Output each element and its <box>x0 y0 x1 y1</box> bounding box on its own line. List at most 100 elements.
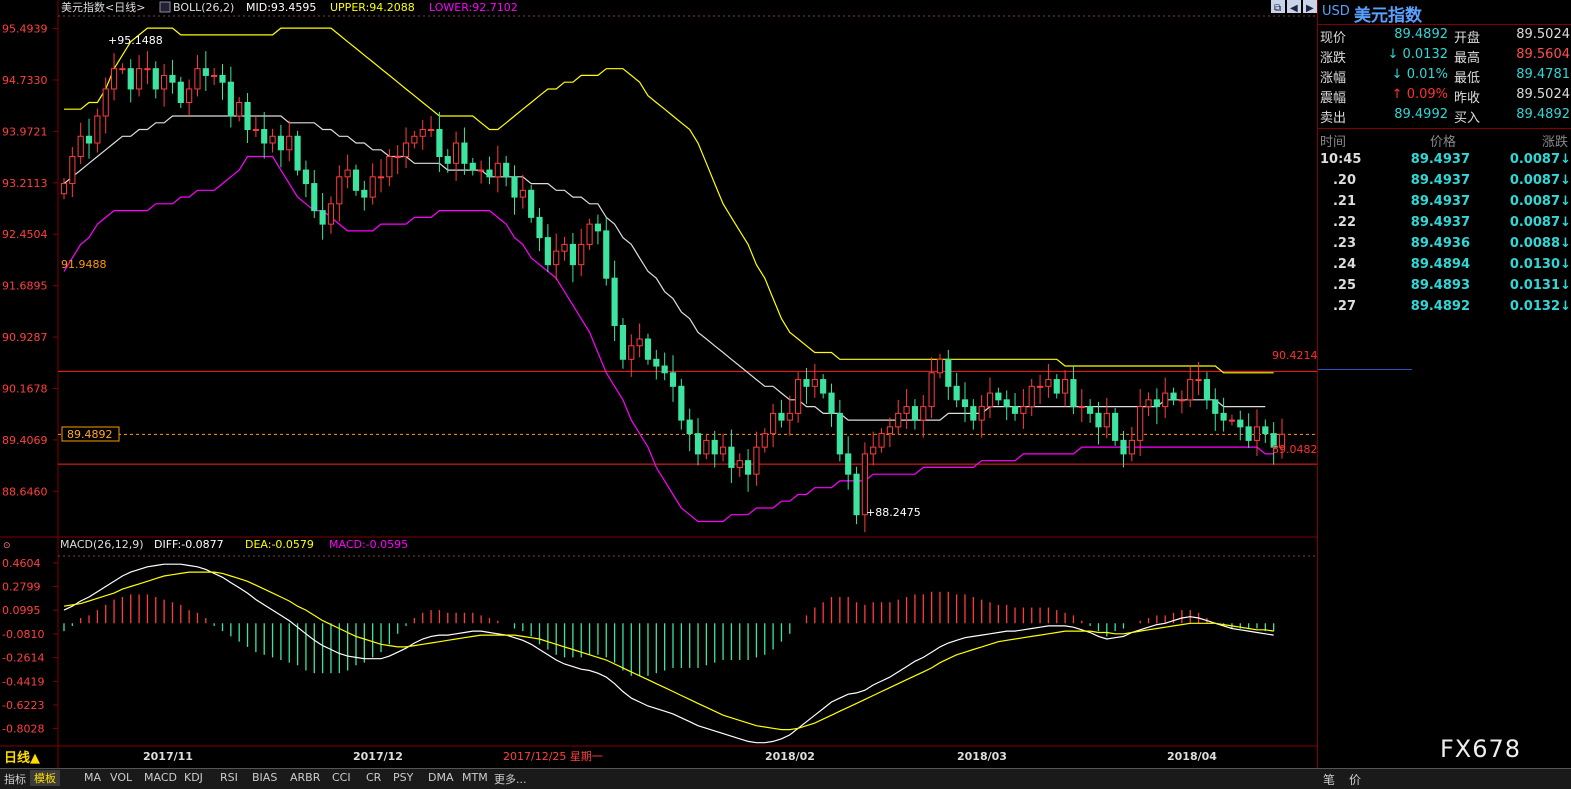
candle-down <box>1170 392 1177 401</box>
candle-up <box>161 74 168 90</box>
quote-label: 现价 <box>1320 31 1347 46</box>
toolbar-tab[interactable]: KDJ <box>184 771 203 784</box>
upper-band-line <box>64 27 1274 374</box>
candle-down <box>820 379 827 394</box>
candle-up <box>1145 399 1152 408</box>
candle-up <box>761 433 768 448</box>
quote-row: 现价 89.4892 开盘 89.5024 <box>1318 25 1571 46</box>
macd-axis-label: 0.4604 <box>2 557 41 570</box>
toolbar-tab[interactable]: 更多... <box>494 771 527 787</box>
arrow-right-icon: ▶ <box>1306 3 1314 14</box>
tick-row: .21 89.4937 0.0087 ↓ <box>1318 192 1571 212</box>
candle-up <box>786 412 793 421</box>
candle-down <box>1003 399 1010 408</box>
candle-up <box>703 439 710 455</box>
candle-down <box>85 135 93 144</box>
tick-price: 89.4894 <box>1410 257 1470 272</box>
candle-down <box>261 129 268 144</box>
candle-down <box>1011 406 1019 414</box>
tick-row: .20 89.4937 0.0087 ↓ <box>1318 171 1571 191</box>
arrow-down-icon: ↓ <box>1560 257 1571 272</box>
candle-up <box>870 446 877 455</box>
period-selector[interactable]: 日线▲ <box>4 750 40 766</box>
ticks-header-time: 时间 <box>1320 135 1347 150</box>
candle-down <box>1153 399 1160 408</box>
candle-down <box>1070 379 1077 408</box>
candle-up <box>286 135 293 151</box>
macd-dea-label: DEA:-0.0579 <box>245 538 314 551</box>
toolbar-tab[interactable]: 指标 <box>4 771 26 787</box>
candle-up <box>1253 426 1261 441</box>
macd-axis-label: 0.0995 <box>2 604 41 617</box>
candle-down <box>511 176 518 198</box>
toolbar-tab[interactable]: RSI <box>220 771 238 784</box>
quote-value: ↑ 0.09% <box>1392 87 1448 102</box>
toolbar-tab[interactable]: MTM <box>462 771 488 784</box>
candle-down <box>953 385 960 401</box>
candle-down <box>486 169 493 178</box>
candle-down <box>569 243 576 266</box>
toolbar-tab[interactable]: MA <box>84 771 101 784</box>
candle-up <box>478 169 485 172</box>
macd-axis-label: -0.2614 <box>2 652 44 665</box>
quote-value: 89.4892 <box>1394 27 1448 42</box>
candle-down <box>644 338 652 360</box>
candle-down <box>227 81 234 117</box>
quote-value-2: 89.4892 <box>1516 107 1570 122</box>
candle-up <box>1195 379 1202 382</box>
candle-down <box>1245 426 1252 441</box>
candle-down <box>853 473 860 516</box>
candle-down <box>653 358 660 367</box>
date-label-3: 2018/03 <box>957 750 1007 763</box>
boll-upper-label: UPPER:94.2088 <box>330 1 415 14</box>
tick-price: 89.4937 <box>1410 194 1470 209</box>
toolbar-tab[interactable]: MACD <box>144 771 177 784</box>
toolbar-tab[interactable]: VOL <box>110 771 132 784</box>
tick-change: 0.0088 <box>1509 236 1560 251</box>
candle-up <box>194 68 201 90</box>
quote-value-2: 89.5024 <box>1516 87 1570 102</box>
candle-up <box>1137 406 1144 441</box>
quote-row: 涨幅 ↓ 0.01% 最低 89.4781 <box>1318 65 1571 86</box>
panel-tab-ticks[interactable]: 笔 <box>1323 771 1335 788</box>
candle-up <box>77 135 84 158</box>
price-axis-label: 89.4069 <box>2 434 48 447</box>
quote-label: 涨跌 <box>1320 51 1347 66</box>
toolbar-tab[interactable]: BIAS <box>252 771 277 784</box>
candle-down <box>945 358 952 387</box>
macd-axis-label: -0.8028 <box>2 723 44 736</box>
quote-value-2: 89.5024 <box>1516 27 1570 42</box>
quote-row: 震幅 ↑ 0.09% 昨收 89.5024 <box>1318 85 1571 106</box>
lower-line-label: 89.0482 <box>1272 443 1317 456</box>
candle-down <box>469 162 476 171</box>
toolbar-tab[interactable]: CCI <box>332 771 351 784</box>
candle-up <box>102 88 109 117</box>
toolbar-tab[interactable]: 模板 <box>30 770 60 786</box>
candle-up <box>903 406 910 414</box>
candle-down <box>177 81 184 103</box>
date-label-1: 2017/12 <box>353 750 403 763</box>
candle-up <box>1128 439 1135 455</box>
candle-down <box>961 399 969 408</box>
arrow-down-icon: ↓ <box>1391 67 1407 82</box>
chart-canvas: 95.4939 94.7330 93.9721 93.2113 92.4504 91.68… <box>0 0 1317 768</box>
toolbar-tab[interactable]: ARBR <box>290 771 320 784</box>
arrow-down-icon: ↓ <box>1560 152 1571 167</box>
candle-down <box>603 230 610 279</box>
macd-axis-label: -0.0810 <box>2 628 44 641</box>
arrow-left-icon: ◀ <box>1290 3 1298 14</box>
macd-axis-label: -0.4419 <box>2 675 44 688</box>
toolbar-tab[interactable]: CR <box>366 771 381 784</box>
price-axis-label: 91.6895 <box>2 280 48 293</box>
candle-up <box>369 176 376 198</box>
toolbar-tab[interactable]: DMA <box>428 771 454 784</box>
toolbar-tab[interactable]: PSY <box>393 771 413 784</box>
arrow-down-icon: ↓ <box>1560 278 1571 293</box>
candle-up <box>236 101 243 117</box>
candle-up <box>1228 419 1236 422</box>
macd-layer <box>63 563 1275 744</box>
candle-up <box>94 115 101 144</box>
panel-tab-price[interactable]: 价 <box>1349 771 1361 788</box>
boll-name: BOLL(26,2) <box>173 1 234 14</box>
tick-row: .25 89.4893 0.0131 ↓ <box>1318 276 1571 296</box>
